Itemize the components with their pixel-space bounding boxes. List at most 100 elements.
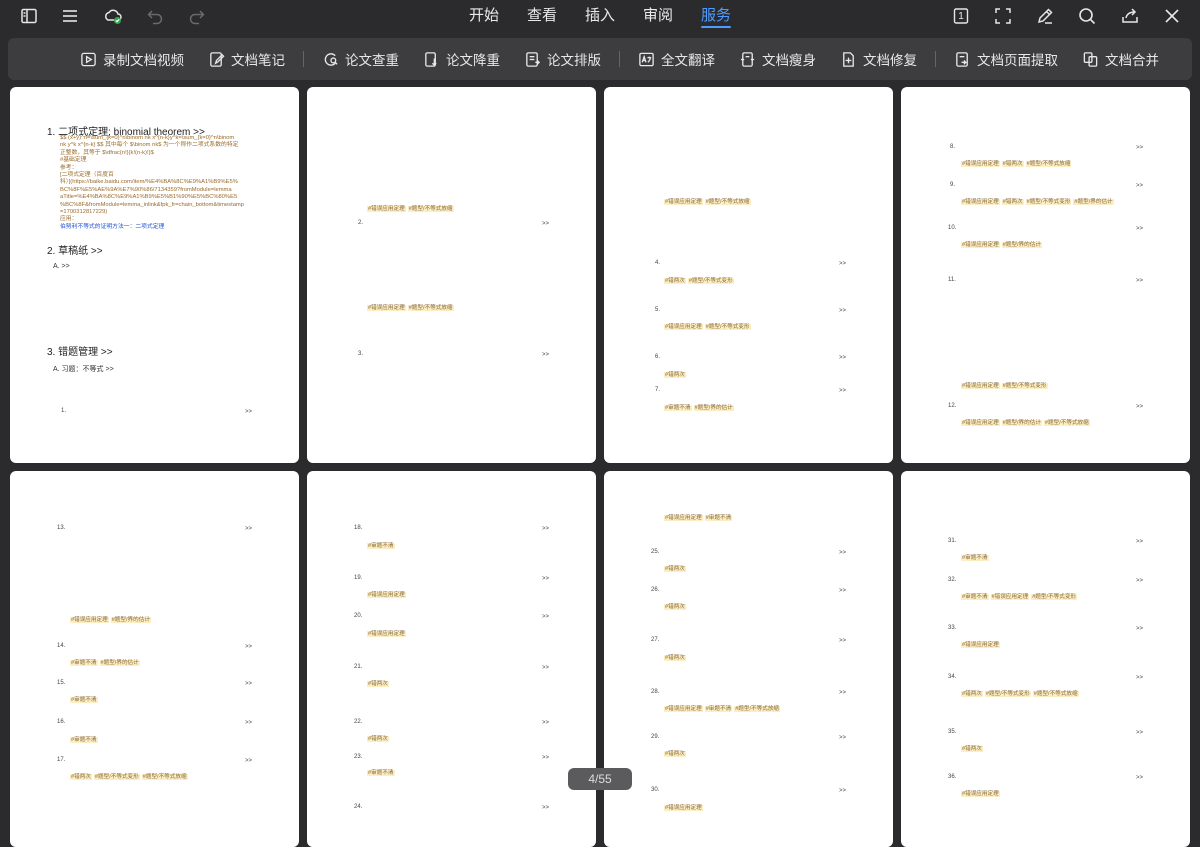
expand-arrow[interactable]: >>	[1136, 226, 1143, 232]
tag: #题型/界的估计	[110, 617, 151, 623]
item-number: 16.	[57, 719, 66, 725]
plagiarism-check-button[interactable]: 论文查重	[322, 49, 399, 69]
slim-icon	[740, 51, 755, 67]
tag-row: #错误应用定理 #题型/不等式变形	[961, 381, 1050, 389]
redo-icon[interactable]	[186, 5, 208, 27]
page-number-icon[interactable]: 1	[950, 5, 972, 27]
expand-arrow[interactable]: >>	[839, 735, 846, 741]
menu-icon[interactable]	[59, 5, 81, 27]
page-thumbnail-6[interactable]: 18. >> #审题不清 19. >> #错误应用定理 20. >> #错误应用…	[307, 471, 596, 847]
expand-arrow[interactable]: >>	[542, 805, 549, 811]
tag-row: #错两次 #题型/不等式变形 #题型/不等式放缩	[961, 689, 1081, 697]
reduce-duplication-button[interactable]: 论文降重	[423, 49, 500, 69]
item-number: 20.	[354, 613, 363, 619]
repair-document-button[interactable]: 文档修复	[840, 49, 917, 69]
tag: #题型/不等式变形	[984, 691, 1031, 697]
expand-arrow[interactable]: >>	[542, 352, 549, 358]
page-thumbnail-4[interactable]: 8. >> #错误应用定理 #错两次 #题型/不等式放缩 9. >> #错误应用定理…	[901, 87, 1190, 463]
tag-row: #错误应用定理	[664, 803, 705, 811]
page-thumbnail-8[interactable]: 31. >> #审题不清 32. >> #审题不清 #错误应用定理 #题型/不等式变…	[901, 471, 1190, 847]
expand-arrow[interactable]: >>	[542, 755, 549, 761]
fullscreen-icon[interactable]	[992, 5, 1014, 27]
service-toolbar: 录制文档视频 文档笔记 论文查重 论文降重 论文排版 全文翻译 文档瘦身 文档修…	[8, 38, 1192, 80]
expand-arrow[interactable]: >>	[542, 665, 549, 671]
body-line: #基础定理	[60, 157, 87, 164]
tag: #错两次	[1001, 199, 1024, 205]
expand-arrow[interactable]: >>	[839, 638, 846, 644]
expand-arrow[interactable]: >>	[839, 261, 846, 267]
expand-arrow[interactable]: >>	[245, 526, 252, 532]
document-notes-button[interactable]: 文档笔记	[208, 49, 285, 69]
item-number: 34.	[948, 674, 957, 680]
tag: #错误应用定理	[664, 706, 703, 712]
expand-arrow[interactable]: >>	[1136, 278, 1143, 284]
expand-arrow[interactable]: >>	[542, 221, 549, 227]
expand-arrow[interactable]: >>	[1136, 626, 1143, 632]
tab-view[interactable]: 查看	[527, 0, 557, 32]
toolbar-divider	[935, 51, 936, 67]
expand-arrow[interactable]: >>	[245, 681, 252, 687]
expand-arrow[interactable]: >>	[245, 409, 252, 415]
paper-layout-button[interactable]: 论文排版	[524, 49, 601, 69]
item-number: 14.	[57, 643, 66, 649]
close-icon[interactable]	[1161, 5, 1183, 27]
expand-arrow[interactable]: >>	[245, 758, 252, 764]
expand-arrow[interactable]: >>	[1136, 145, 1143, 151]
body-line: %BC%8F&fromModule=lemma_inlink&fpk_fr=ch…	[60, 201, 244, 208]
page-thumbnail-1[interactable]: 1. 二项式定理; binomial theorem >> $$ (x+y)^n…	[10, 87, 299, 463]
tab-start[interactable]: 开始	[469, 0, 499, 32]
expand-arrow[interactable]: >>	[542, 720, 549, 726]
expand-arrow[interactable]: >>	[1136, 183, 1143, 189]
tag: #错误应用定理	[961, 199, 1000, 205]
exercise-inequality: A. 习题：不等式 >>	[53, 366, 114, 373]
tag: #错误应用定理	[367, 592, 406, 598]
tag: #错误应用定理	[664, 805, 703, 811]
share-icon[interactable]	[1119, 5, 1141, 27]
tag: #题型/界的估计	[693, 405, 734, 411]
tag: #题型/不等式变形	[1031, 594, 1078, 600]
page-thumbnail-3[interactable]: #错误应用定理 #题型/不等式放缩 4. >> #错两次 #题型/不等式变形 5. …	[604, 87, 893, 463]
cloud-sync-icon[interactable]	[102, 5, 124, 27]
merge-documents-button[interactable]: 文档合并	[1082, 49, 1159, 69]
tab-services[interactable]: 服务	[701, 0, 732, 32]
expand-arrow[interactable]: >>	[245, 644, 252, 650]
expand-arrow[interactable]: >>	[839, 355, 846, 361]
tag: #错误应用定理	[961, 242, 1000, 248]
expand-arrow[interactable]: >>	[839, 550, 846, 556]
page-thumbnail-2[interactable]: #错误应用定理 #题型/不等式放缩 2. >> #错误应用定理 #题型/不等式放缩 …	[307, 87, 596, 463]
page-thumbnail-7[interactable]: #错误应用定理 #审题不清 25. >> #错两次 26. >> #错两次 27.…	[604, 471, 893, 847]
expand-arrow[interactable]: >>	[839, 308, 846, 314]
bernoulli-link[interactable]: 伯努利不等式的证明方法一：二项式定理	[60, 224, 260, 231]
expand-arrow[interactable]: >>	[1136, 404, 1143, 410]
expand-arrow[interactable]: >>	[245, 720, 252, 726]
expand-arrow[interactable]: >>	[1136, 675, 1143, 681]
expand-arrow[interactable]: >>	[542, 614, 549, 620]
tag: #审题不清	[961, 555, 989, 561]
expand-arrow[interactable]: >>	[839, 690, 846, 696]
expand-arrow[interactable]: >>	[839, 788, 846, 794]
toolbar-divider	[619, 51, 620, 67]
search-icon[interactable]	[1076, 5, 1098, 27]
extract-pages-button[interactable]: 文档页面提取	[954, 49, 1058, 69]
sidebar-icon[interactable]	[18, 5, 40, 27]
expand-arrow[interactable]: >>	[1136, 578, 1143, 584]
expand-arrow[interactable]: >>	[839, 588, 846, 594]
page-thumbnail-5[interactable]: 13. >> #错误应用定理 #题型/界的估计 14. >> #审题不清 #题型/界…	[10, 471, 299, 847]
document-notes-label: 文档笔记	[231, 53, 285, 68]
tag: #错两次	[961, 746, 983, 752]
expand-arrow[interactable]: >>	[1136, 730, 1143, 736]
pen-icon[interactable]	[1034, 5, 1056, 27]
tab-insert[interactable]: 插入	[585, 0, 615, 32]
expand-arrow[interactable]: >>	[542, 526, 549, 532]
slim-document-button[interactable]: 文档瘦身	[739, 49, 816, 69]
tag: #题型/界的估计	[99, 660, 140, 666]
undo-icon[interactable]	[144, 5, 166, 27]
expand-arrow[interactable]: >>	[1136, 775, 1143, 781]
record-video-button[interactable]: 录制文档视频	[80, 49, 184, 69]
translate-button[interactable]: 全文翻译	[638, 49, 715, 69]
expand-arrow[interactable]: >>	[542, 576, 549, 582]
expand-arrow[interactable]: >>	[839, 388, 846, 394]
tab-review[interactable]: 审阅	[643, 0, 673, 32]
expand-arrow[interactable]: >>	[1136, 539, 1143, 545]
tag: #题型/界的估计	[1073, 199, 1114, 205]
